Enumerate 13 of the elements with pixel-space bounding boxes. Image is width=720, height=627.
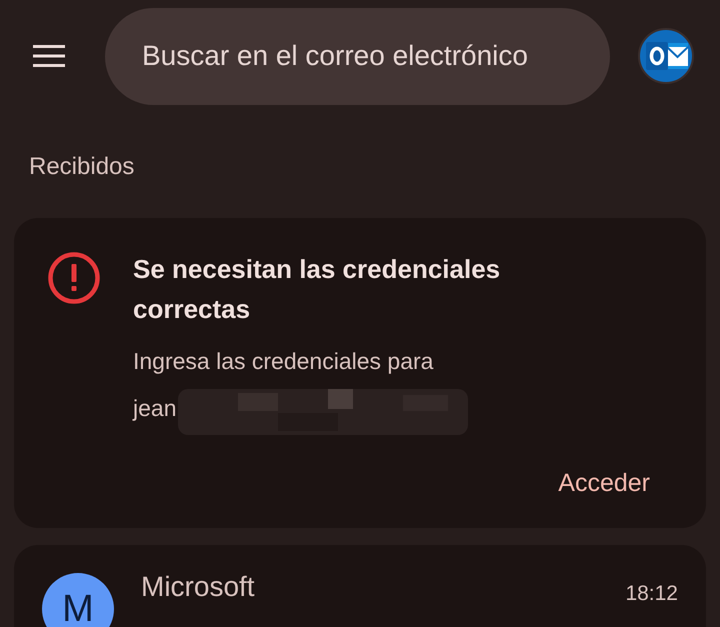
alert-message: Ingresa las credenciales para	[133, 347, 434, 376]
account-email: jean	[133, 394, 176, 423]
section-title: Recibidos	[28, 152, 136, 182]
alert-title: Se necesitan las credenciales correctas	[133, 253, 502, 326]
sender-avatar: M	[42, 573, 114, 627]
email-time: 18:12	[625, 581, 678, 607]
email-row[interactable]: M Microsoft 18:12	[14, 545, 706, 627]
sign-in-link[interactable]: Acceder	[558, 465, 650, 502]
sender-name: Microsoft	[141, 570, 255, 604]
search-field[interactable]: Buscar en el correo electrónico	[105, 8, 610, 104]
menu-icon[interactable]	[33, 45, 65, 67]
mail-app-icon[interactable]	[638, 28, 694, 84]
error-icon	[47, 251, 101, 305]
